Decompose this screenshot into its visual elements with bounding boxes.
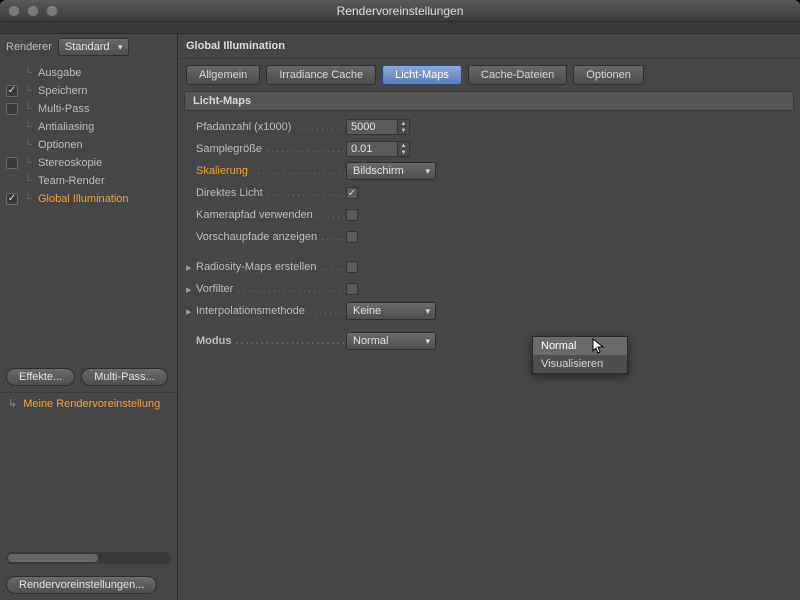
tab-label: Cache-Dateien: [481, 69, 554, 81]
sidebar-item-label: Team-Render: [38, 175, 105, 187]
select-value: Bildschirm: [353, 165, 404, 177]
tab-label: Irradiance Cache: [279, 69, 363, 81]
vorfilter-checkbox[interactable]: [346, 283, 358, 295]
checkbox[interactable]: [6, 193, 18, 205]
scrollbar-thumb[interactable]: [8, 554, 98, 562]
window-title: Rendervoreinstellungen: [0, 4, 800, 18]
interpolation-select[interactable]: Keine: [346, 302, 436, 320]
skalierung-select[interactable]: Bildschirm: [346, 162, 436, 180]
modus-dropdown-menu: Normal Visualisieren: [532, 336, 628, 374]
radiosity-checkbox[interactable]: [346, 261, 358, 273]
pfadanzahl-label: Pfadanzahl (x1000): [196, 121, 346, 133]
samplegroesse-field[interactable]: 0.01 ▲▼: [346, 141, 410, 157]
tab-allgemein[interactable]: Allgemein: [186, 65, 260, 85]
tree-branch-icon: └: [22, 157, 34, 169]
vorschaupfade-checkbox[interactable]: [346, 231, 358, 243]
sidebar-item-label: Optionen: [38, 139, 83, 151]
expand-arrow-icon[interactable]: ↳: [8, 397, 17, 410]
option-label: Visualisieren: [541, 358, 603, 370]
toolbar-grip[interactable]: [0, 22, 800, 34]
expand-icon[interactable]: ▸: [186, 305, 194, 318]
dropdown-option-visualisieren[interactable]: Visualisieren: [533, 355, 627, 373]
renderer-select[interactable]: Standard: [58, 38, 129, 56]
preset-label: Meine Rendervoreinstellung: [23, 398, 160, 410]
main-panel: Global Illumination Allgemein Irradiance…: [178, 34, 800, 600]
sidebar-item-label: Ausgabe: [38, 67, 81, 79]
tree-branch-icon: └: [22, 67, 34, 79]
expand-icon[interactable]: ▸: [186, 283, 194, 296]
sidebar-item-ausgabe[interactable]: └ Ausgabe: [0, 64, 177, 82]
option-label: Normal: [541, 340, 576, 352]
modus-select[interactable]: Normal: [346, 332, 436, 350]
sidebar-item-multipass[interactable]: └ Multi-Pass: [0, 100, 177, 118]
effects-button[interactable]: Effekte...: [6, 368, 75, 386]
sidebar-item-label: Global Illumination: [38, 193, 129, 205]
expand-icon[interactable]: ▸: [186, 261, 194, 274]
sidebar-item-label: Antialiasing: [38, 121, 94, 133]
tab-optionen[interactable]: Optionen: [573, 65, 644, 85]
tree-branch-icon: └: [22, 103, 34, 115]
tree-branch-icon: └: [22, 175, 34, 187]
sidebar-item-optionen[interactable]: └ Optionen: [0, 136, 177, 154]
tab-bar: Allgemein Irradiance Cache Licht-Maps Ca…: [178, 59, 800, 91]
sidebar-item-speichern[interactable]: └ Speichern: [0, 82, 177, 100]
skalierung-label: Skalierung: [196, 165, 346, 177]
field-value: 5000: [351, 121, 375, 133]
section-header: Licht-Maps: [184, 91, 794, 111]
tab-licht-maps[interactable]: Licht-Maps: [382, 65, 462, 85]
sidebar: Renderer Standard └ Ausgabe └ Speichern └ M…: [0, 34, 178, 600]
interpolation-label: Interpolationsmethode: [196, 305, 346, 317]
tab-cache-dateien[interactable]: Cache-Dateien: [468, 65, 567, 85]
sidebar-item-label: Multi-Pass: [38, 103, 89, 115]
sidebar-item-label: Speichern: [38, 85, 88, 97]
button-label: Rendervoreinstellungen...: [19, 579, 144, 591]
tab-label: Licht-Maps: [395, 69, 449, 81]
field-value: 0.01: [351, 143, 372, 155]
sidebar-item-stereoskopie[interactable]: └ Stereoskopie: [0, 154, 177, 172]
radiosity-label: Radiosity-Maps erstellen: [196, 261, 346, 273]
panel-title: Global Illumination: [178, 34, 800, 59]
titlebar[interactable]: Rendervoreinstellungen: [0, 0, 800, 22]
direktes-licht-label: Direktes Licht: [196, 187, 346, 199]
tab-label: Optionen: [586, 69, 631, 81]
kamerapfad-label: Kamerapfad verwenden: [196, 209, 346, 221]
vorfilter-label: Vorfilter: [196, 283, 346, 295]
tree-branch-icon: └: [22, 121, 34, 133]
spinner-icon[interactable]: ▲▼: [397, 120, 409, 134]
checkbox[interactable]: [6, 85, 18, 97]
select-value: Keine: [353, 305, 381, 317]
select-value: Normal: [353, 335, 388, 347]
sidebar-item-gi[interactable]: └ Global Illumination: [0, 190, 177, 208]
multipass-button[interactable]: Multi-Pass...: [81, 368, 168, 386]
tab-label: Allgemein: [199, 69, 247, 81]
horizontal-scrollbar[interactable]: [6, 552, 171, 564]
tab-irradiance-cache[interactable]: Irradiance Cache: [266, 65, 376, 85]
sidebar-item-antialiasing[interactable]: └ Antialiasing: [0, 118, 177, 136]
checkbox[interactable]: [6, 103, 18, 115]
render-settings-window: Rendervoreinstellungen Renderer Standard…: [0, 0, 800, 600]
sidebar-item-label: Stereoskopie: [38, 157, 102, 169]
modus-label: Modus: [196, 335, 346, 347]
renderer-label: Renderer: [6, 41, 52, 53]
sidebar-item-teamrender[interactable]: └ Team-Render: [0, 172, 177, 190]
button-label: Effekte...: [19, 371, 62, 383]
form: Pfadanzahl (x1000) 5000 ▲▼ Samplegröße 0.…: [178, 117, 800, 353]
vorschaupfade-label: Vorschaupfade anzeigen: [196, 231, 346, 243]
direktes-licht-checkbox[interactable]: [346, 187, 358, 199]
render-settings-button[interactable]: Rendervoreinstellungen...: [6, 576, 157, 594]
tree-branch-icon: └: [22, 85, 34, 97]
checkbox[interactable]: [6, 157, 18, 169]
tree-branch-icon: └: [22, 193, 34, 205]
tree-branch-icon: └: [22, 139, 34, 151]
pfadanzahl-field[interactable]: 5000 ▲▼: [346, 119, 410, 135]
button-label: Multi-Pass...: [94, 371, 155, 383]
preset-row[interactable]: ↳ Meine Rendervoreinstellung: [0, 392, 177, 418]
spinner-icon[interactable]: ▲▼: [397, 142, 409, 156]
settings-tree: └ Ausgabe └ Speichern └ Multi-Pass └ Antiali…: [0, 60, 177, 208]
renderer-value: Standard: [65, 41, 110, 53]
kamerapfad-checkbox[interactable]: [346, 209, 358, 221]
dropdown-option-normal[interactable]: Normal: [533, 337, 627, 355]
samplegroesse-label: Samplegröße: [196, 143, 346, 155]
